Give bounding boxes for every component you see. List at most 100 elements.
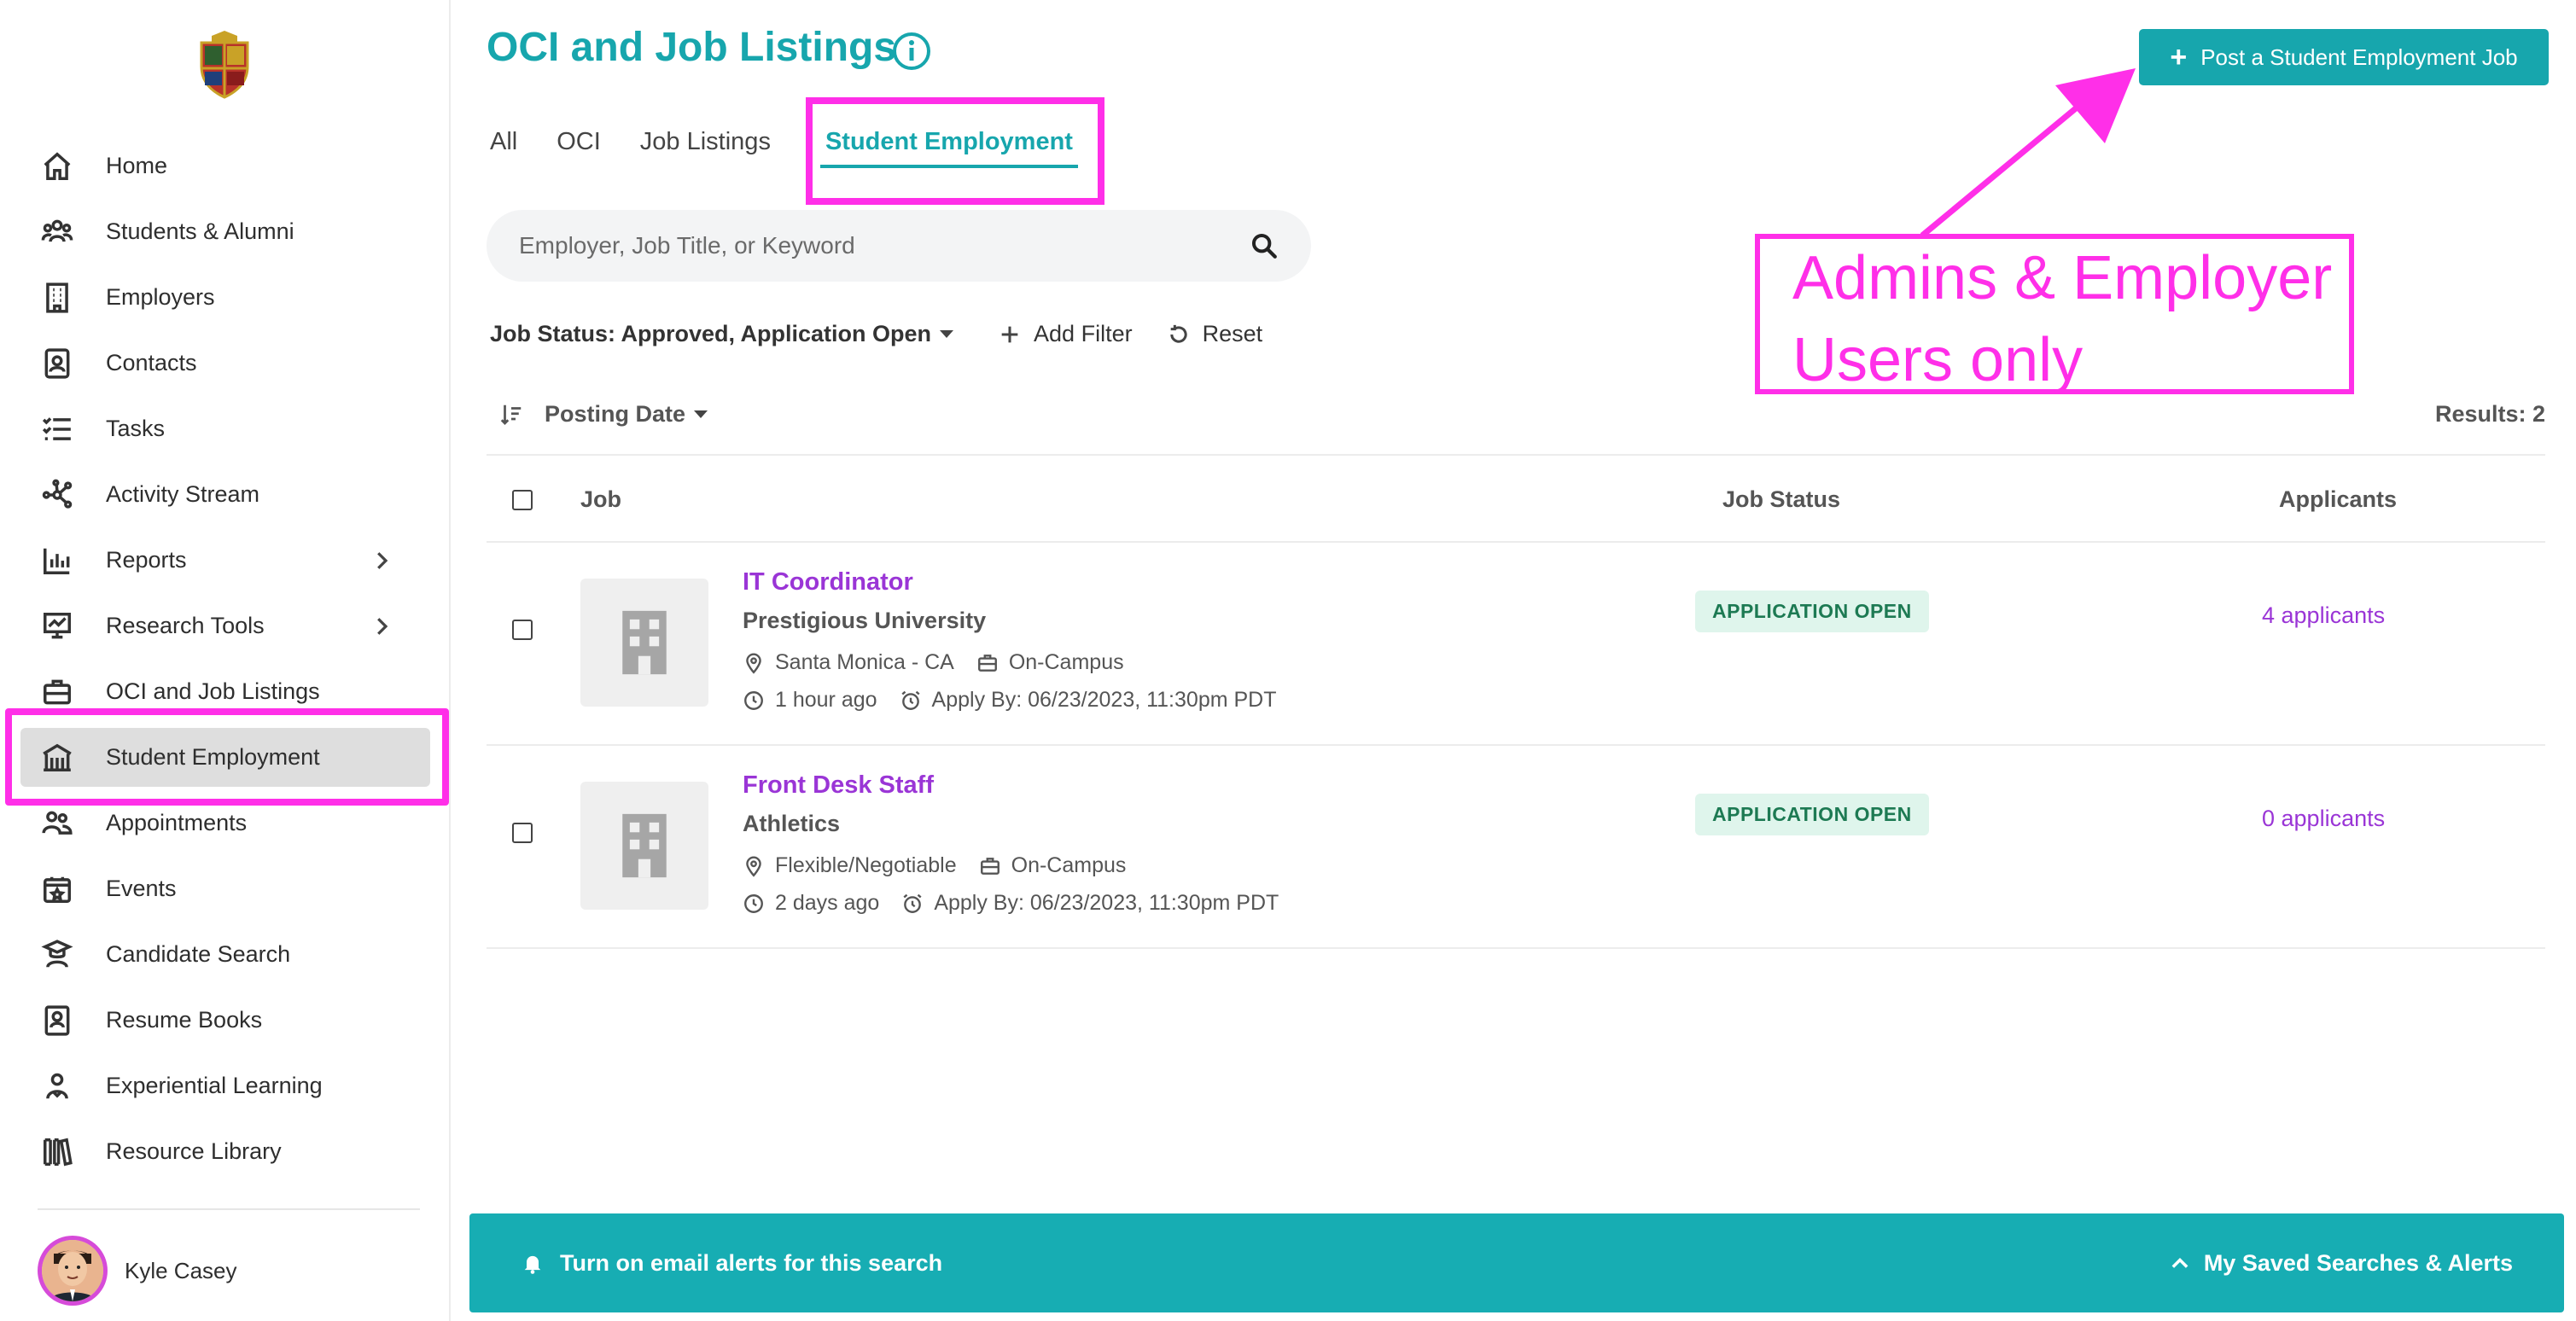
alarm-clock-icon [901,690,920,710]
sidebar-item-reports[interactable]: Reports [0,527,451,593]
annotation-arrow [1920,68,2136,238]
campus-building-icon [38,738,77,777]
network-icon [38,475,77,515]
email-alerts-label: Turn on email alerts for this search [560,1249,943,1276]
status-badge: APPLICATION OPEN [1695,591,1929,632]
email-alerts-toggle[interactable]: Turn on email alerts for this search [521,1250,942,1277]
column-header-job: Job [580,486,622,512]
table-header: Job Job Status Applicants [487,478,2545,543]
sort-label: Posting Date [545,401,686,427]
sidebar-item-employers[interactable]: Employers [0,265,451,330]
clock-icon [744,690,763,710]
sidebar-item-activity-stream[interactable]: Activity Stream [0,462,451,527]
sidebar-item-candidate-search[interactable]: Candidate Search [0,922,451,987]
tab-all[interactable]: All [485,128,522,168]
sidebar-item-appointments[interactable]: Appointments [0,790,451,856]
tab-student-employment[interactable]: Student Employment [819,128,1078,168]
chevron-right-icon[interactable] [369,614,394,639]
job-title-link[interactable]: Front Desk Staff [743,771,934,800]
building-icon [38,278,77,317]
info-icon[interactable] [891,31,932,72]
location-pin-icon [746,856,761,877]
row-checkbox[interactable] [512,620,533,640]
sidebar-divider [38,1208,420,1210]
school-crest-logo[interactable] [195,31,254,99]
reset-button[interactable]: Reset [1167,321,1263,347]
appointments-icon [38,804,77,843]
employer-logo-placeholder [580,579,708,707]
sidebar-item-contacts[interactable]: Contacts [0,330,451,396]
chevron-right-icon[interactable] [369,548,394,573]
job-location: Flexible/Negotiable [775,853,957,877]
job-status-filter-label: Job Status: Approved, Application Open [490,321,932,346]
sidebar-item-student-employment[interactable]: Student Employment [0,725,451,790]
select-all-checkbox[interactable] [512,490,533,510]
annotation-line-1: Admins & Employer [1792,244,2333,312]
saved-searches-label: My Saved Searches & Alerts [2203,1249,2513,1276]
row-checkbox[interactable] [512,823,533,843]
sidebar-item-label: Experiential Learning [106,1073,323,1098]
sidebar-item-label: Resume Books [106,1007,263,1033]
tab-job-listings[interactable]: Job Listings [635,128,776,168]
sidebar-item-label: Events [106,876,177,901]
sort-dropdown[interactable]: Posting Date [545,401,708,428]
sidebar-item-research-tools[interactable]: Research Tools [0,593,451,659]
saved-searches-button[interactable]: My Saved Searches & Alerts [2168,1250,2513,1277]
sidebar-item-students-alumni[interactable]: Students & Alumni [0,199,451,265]
add-filter-button[interactable]: Add Filter [998,321,1133,347]
applicants-link[interactable]: 0 applicants [2262,806,2385,832]
caret-down-icon [940,330,954,338]
sidebar-item-label: Resource Library [106,1138,282,1164]
sidebar-item-label: Student Employment [106,744,320,770]
library-books-icon [38,1132,77,1172]
learner-icon [38,1067,77,1106]
search-input[interactable] [519,232,1250,259]
alarm-clock-icon [903,893,922,913]
plus-icon [1001,326,1018,342]
filter-bar: Job Status: Approved, Application Open A… [490,321,1297,347]
user-name: Kyle Casey [125,1257,237,1283]
employer-name: Prestigious University [743,608,987,633]
reset-label: Reset [1202,321,1263,346]
tab-oci[interactable]: OCI [551,128,606,168]
sidebar-item-label: Employers [106,284,215,310]
sidebar-item-experiential-learning[interactable]: Experiential Learning [0,1053,451,1119]
sidebar-item-events[interactable]: Events [0,856,451,922]
avatar[interactable] [38,1236,108,1306]
bar-chart-icon [38,541,77,580]
search-bar [487,210,1311,282]
search-icon[interactable] [1250,231,1279,260]
sort-icon[interactable] [498,402,524,428]
column-header-applicants: Applicants [2279,486,2398,512]
sidebar-item-label: Home [106,153,168,178]
sidebar-item-home[interactable]: Home [0,133,451,199]
sort-bar: Posting Date Results: 2 [487,401,2545,428]
clock-icon [744,893,763,913]
research-chart-icon [38,607,77,646]
job-meta-location: Flexible/Negotiable On-Campus [743,853,1148,878]
page-title: OCI and Job Listings [487,25,897,70]
column-header-job-status: Job Status [1722,486,1841,512]
sidebar-item-resource-library[interactable]: Resource Library [0,1119,451,1184]
user-profile[interactable]: Kyle Casey [38,1236,237,1306]
home-icon [38,147,77,186]
sidebar-item-label: Activity Stream [106,481,260,507]
job-status-filter-dropdown[interactable]: Job Status: Approved, Application Open [490,321,954,347]
divider [487,947,2545,949]
job-title-link[interactable]: IT Coordinator [743,568,913,596]
resume-book-icon [38,1001,77,1040]
post-student-employment-job-button[interactable]: + Post a Student Employment Job [2139,29,2549,85]
sidebar-item-tasks[interactable]: Tasks [0,396,451,462]
building-icon [622,610,667,675]
job-apply-by: Apply By: 06/23/2023, 11:30pm PDT [934,891,1279,915]
sidebar-nav: Home Students & Alumni Employers Contact… [0,133,451,1184]
add-filter-label: Add Filter [1034,321,1133,346]
calendar-star-icon [38,870,77,909]
sidebar-item-resume-books[interactable]: Resume Books [0,987,451,1053]
sidebar-item-oci-job-listings[interactable]: OCI and Job Listings [0,659,451,725]
building-icon [622,813,667,878]
sidebar-item-label: Appointments [106,810,248,835]
job-meta-dates: 1 hour ago Apply By: 06/23/2023, 11:30pm… [743,688,1299,713]
results-count: Results: 2 [2434,401,2545,427]
applicants-link[interactable]: 4 applicants [2262,602,2385,629]
